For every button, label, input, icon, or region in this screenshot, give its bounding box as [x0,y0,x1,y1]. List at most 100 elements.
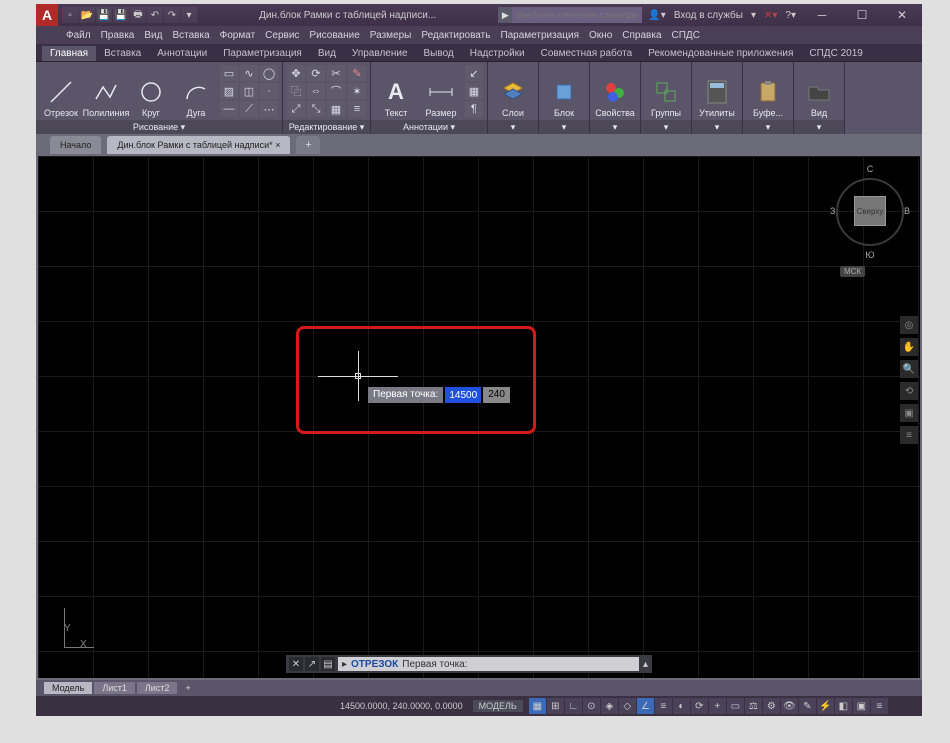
minimize-button[interactable]: ─ [802,4,842,26]
move-icon[interactable]: ✥ [287,65,305,81]
menu-modify[interactable]: Редактировать [421,30,490,41]
tab-home[interactable]: Главная [42,46,96,61]
fillet-icon[interactable]: ⌒ [327,83,345,99]
osnap-toggle-icon[interactable]: ◇ [619,698,636,714]
table-icon[interactable]: ▦ [465,83,483,99]
command-input[interactable]: ▸ ОТРЕЗОК Первая точка: [338,657,639,671]
menu-spds[interactable]: СПДС [672,30,700,41]
line-button[interactable]: Отрезок [40,64,82,118]
menu-window[interactable]: Окно [589,30,612,41]
block-button[interactable]: Блок [543,64,585,118]
menu-view[interactable]: Вид [144,30,162,41]
nav-orbit-icon[interactable]: ⟲ [900,382,918,400]
tab-addins[interactable]: Надстройки [462,46,533,61]
nav-more-icon[interactable]: ≡ [900,426,918,444]
lwt-toggle-icon[interactable]: ≡ [655,698,672,714]
offset-icon[interactable]: ≡ [348,101,366,117]
tab-view[interactable]: Вид [310,46,344,61]
nav-zoom-icon[interactable]: 🔍 [900,360,918,378]
menu-insert[interactable]: Вставка [172,30,209,41]
more-draw-icon[interactable]: ⋯ [260,101,278,117]
anno-monitor-icon[interactable]: 👁 [781,698,798,714]
tab-close-icon[interactable]: × [275,140,280,150]
workspace-icon[interactable]: ⚙ [763,698,780,714]
layout-tab-model[interactable]: Модель [44,682,92,694]
qat-saveas-icon[interactable]: 💾 [113,7,129,23]
viewcube-north[interactable]: С [834,164,906,174]
nav-showmotion-icon[interactable]: ▣ [900,404,918,422]
rotate-icon[interactable]: ⟳ [307,65,325,81]
menu-file[interactable]: Файл [66,30,91,41]
menu-draw[interactable]: Рисование [309,30,359,41]
mirror-icon[interactable]: ⇔ [307,83,325,99]
menu-edit[interactable]: Правка [101,30,135,41]
point-icon[interactable]: ∙ [260,83,278,99]
status-model-badge[interactable]: МОДЕЛЬ [473,700,523,712]
tab-featured[interactable]: Рекомендованные приложения [640,46,801,61]
clean-icon[interactable]: ▣ [853,698,870,714]
clip-drop[interactable]: ▾ [743,120,793,134]
otrack-toggle-icon[interactable]: ∠ [637,698,654,714]
viewcube-cs[interactable]: МСК [840,266,865,277]
explode-icon[interactable]: ✶ [348,83,366,99]
utils-drop[interactable]: ▾ [692,120,742,134]
custom-icon[interactable]: ≡ [871,698,888,714]
signin-icon[interactable]: 👤▾ [648,10,665,21]
tab-spds[interactable]: СПДС 2019 [801,46,870,61]
clip-button[interactable]: Буфе... [747,64,789,118]
transparency-icon[interactable]: ◐ [673,698,690,714]
app-logo[interactable]: A [36,4,58,26]
panel-modify-title[interactable]: Редактирование ▾ [283,120,370,134]
cmd-prompt-icon[interactable]: ▤ [321,657,335,671]
cmd-history-icon[interactable]: ▴ [639,659,652,670]
viewcube-top-face[interactable]: Сверху [854,196,886,226]
scale-icon[interactable]: ⤡ [307,101,325,117]
arc-button[interactable]: Дуга [175,64,217,118]
qat-undo-icon[interactable]: ↶ [147,7,163,23]
qat-open-icon[interactable]: 📂 [79,7,95,23]
menu-help[interactable]: Справка [622,30,661,41]
block-drop[interactable]: ▾ [539,120,589,134]
search-arrow-icon[interactable]: ▶ [498,7,512,23]
cmd-expand-icon[interactable]: ↗ [305,657,319,671]
spline-icon[interactable]: ∿ [240,65,258,81]
tab-insert[interactable]: Вставка [96,46,149,61]
ortho-toggle-icon[interactable]: ∟ [565,698,582,714]
view-cube[interactable]: С Сверху З В Ю МСК [834,164,906,264]
ray-icon[interactable]: — [220,101,238,117]
tab-output[interactable]: Вывод [416,46,462,61]
array-icon[interactable]: ▦ [327,101,345,117]
qat-save-icon[interactable]: 💾 [96,7,112,23]
dyn-toggle-icon[interactable]: + [709,698,726,714]
file-tab-drawing[interactable]: Дин.блок Рамки с таблицей надписи* × [107,136,290,154]
panel-annot-title[interactable]: Аннотации ▾ [371,120,487,134]
snap-toggle-icon[interactable]: ⊞ [547,698,564,714]
command-line[interactable]: ✕ ↗ ▤ ▸ ОТРЕЗОК Первая точка: ▴ [286,655,652,673]
tab-param[interactable]: Параметризация [215,46,310,61]
drawing-canvas[interactable]: Первая точка: 240 Y X С Сверху З В Ю МСК… [36,154,922,680]
search-input[interactable] [512,7,642,23]
qat-plot-icon[interactable]: 🖶 [130,7,146,23]
stretch-icon[interactable]: ⤢ [287,101,305,117]
status-coords[interactable]: 14500.0000, 240.0000, 0.0000 [340,701,463,711]
hardware-icon[interactable]: ⚡ [817,698,834,714]
region-icon[interactable]: ◫ [240,83,258,99]
cycling-icon[interactable]: ⟳ [691,698,708,714]
menu-format[interactable]: Формат [220,30,256,41]
copy-icon[interactable]: ⿻ [287,83,305,99]
leader-icon[interactable]: ↙ [465,65,483,81]
close-button[interactable]: ✕ [882,4,922,26]
layout-tab-1[interactable]: Лист1 [94,682,135,694]
file-tab-add[interactable]: + [296,136,320,154]
trim-icon[interactable]: ✂ [327,65,345,81]
view-drop[interactable]: ▾ [794,120,844,134]
polar-toggle-icon[interactable]: ⊙ [583,698,600,714]
polyline-button[interactable]: Полилиния [85,64,127,118]
panel-draw-title[interactable]: Рисование ▾ [36,120,282,134]
cmd-close-icon[interactable]: ✕ [289,657,303,671]
maximize-button[interactable]: ☐ [842,4,882,26]
rect-icon[interactable]: ▭ [220,65,238,81]
qat-redo-icon[interactable]: ↷ [164,7,180,23]
anno-scale-icon[interactable]: ⚖ [745,698,762,714]
xline-icon[interactable]: ⟋ [240,101,258,117]
